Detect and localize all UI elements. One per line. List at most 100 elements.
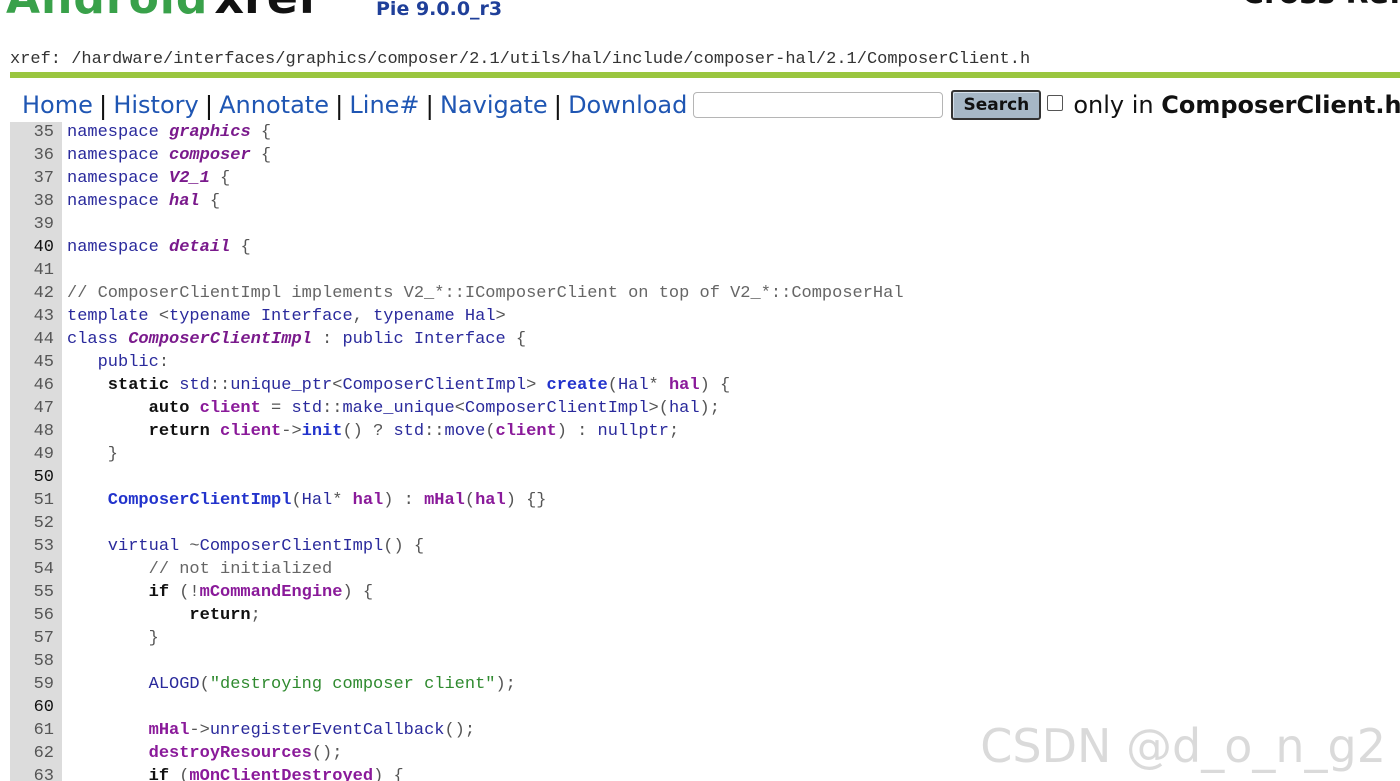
- code-text: namespace detail {: [67, 236, 251, 259]
- code-token: (!: [179, 583, 200, 602]
- code-token: {: [250, 123, 272, 142]
- code-line: 42 // ComposerClientImpl implements V2_*:…: [10, 282, 1400, 305]
- line-number-anchor[interactable]: 47: [10, 397, 54, 420]
- code-line: 49 }: [10, 443, 1400, 466]
- line-number-anchor[interactable]: 48: [10, 420, 54, 443]
- code-token: :: [158, 353, 170, 372]
- code-text: }: [67, 443, 118, 466]
- line-number-anchor[interactable]: 58: [10, 650, 54, 673]
- cross-ref-title: Cross Ref: [1242, 0, 1400, 11]
- line-number-anchor[interactable]: 42: [10, 282, 54, 305]
- nav-history-link[interactable]: History: [113, 91, 198, 119]
- code-token[interactable]: mHal: [67, 721, 190, 740]
- code-token[interactable]: detail: [169, 238, 230, 257]
- code-token[interactable]: client: [496, 422, 557, 441]
- version-label: Pie 9.0.0_r3: [376, 0, 503, 20]
- line-number-anchor[interactable]: 50: [10, 466, 54, 489]
- code-token: ~: [189, 537, 200, 556]
- line-number-anchor[interactable]: 38: [10, 190, 54, 213]
- code-token: (: [607, 376, 618, 395]
- code-token: :: [311, 330, 343, 349]
- line-number-anchor[interactable]: 54: [10, 558, 54, 581]
- code-token: unregisterEventCallback: [209, 721, 445, 740]
- code-token[interactable]: create: [547, 376, 608, 395]
- line-number-anchor[interactable]: 63: [10, 765, 54, 781]
- code-token: Hal: [617, 376, 649, 395]
- code-token[interactable]: ComposerClientImpl: [128, 330, 312, 349]
- file-path: xref: /hardware/interfaces/graphics/comp…: [10, 50, 1031, 69]
- line-number-anchor[interactable]: 43: [10, 305, 54, 328]
- nav-separator: |: [204, 90, 214, 120]
- code-token[interactable]: init: [302, 422, 343, 441]
- line-number-anchor[interactable]: 40: [10, 236, 54, 259]
- line-number-anchor[interactable]: 56: [10, 604, 54, 627]
- code-token[interactable]: ComposerClientImpl: [67, 491, 292, 510]
- code-token[interactable]: client: [200, 399, 261, 418]
- line-number-anchor[interactable]: 37: [10, 167, 54, 190]
- code-token[interactable]: composer: [169, 146, 251, 165]
- nav-download-link[interactable]: Download: [568, 91, 687, 119]
- code-token[interactable]: hal: [475, 491, 506, 510]
- code-text: ComposerClientImpl(Hal* hal) : mHal(hal)…: [67, 489, 547, 512]
- code-text: destroyResources();: [67, 742, 343, 765]
- nav-separator: |: [553, 90, 563, 120]
- line-number-anchor[interactable]: 46: [10, 374, 54, 397]
- nav-home-link[interactable]: Home: [22, 91, 93, 119]
- code-token: (: [199, 675, 210, 694]
- opengrok-logo[interactable]: Androidxref Pie 9.0.0_r3: [6, 0, 502, 24]
- code-token: ComposerClientImpl: [199, 537, 384, 556]
- code-line: 61 mHal->unregisterEventCallback();: [10, 719, 1400, 742]
- code-text: public:: [67, 351, 169, 374]
- code-token: Interface: [413, 330, 506, 349]
- line-number-anchor[interactable]: 57: [10, 627, 54, 650]
- code-line: 40 namespace detail {: [10, 236, 1400, 259]
- line-number-anchor[interactable]: 59: [10, 673, 54, 696]
- code-token: if: [67, 583, 180, 602]
- line-number-anchor[interactable]: 49: [10, 443, 54, 466]
- file-nav-bar: Home | History | Annotate | Line# | Navi…: [22, 88, 1400, 122]
- line-number-anchor[interactable]: 52: [10, 512, 54, 535]
- code-token: (: [291, 491, 302, 510]
- line-number-anchor[interactable]: 55: [10, 581, 54, 604]
- code-token: );: [699, 399, 720, 418]
- code-token: ) {}: [505, 491, 547, 510]
- code-token[interactable]: hal: [353, 491, 384, 510]
- code-token: ::: [322, 399, 343, 418]
- code-line: 48 return client->init() ? std::move(cli…: [10, 420, 1400, 443]
- code-token: return: [67, 606, 251, 625]
- code-token: Interface: [260, 307, 353, 326]
- nav-navigate-link[interactable]: Navigate: [440, 91, 548, 119]
- code-token[interactable]: mCommandEngine: [200, 583, 343, 602]
- code-token[interactable]: hal: [169, 192, 200, 211]
- line-number-anchor[interactable]: 51: [10, 489, 54, 512]
- code-token: namespace: [67, 123, 170, 142]
- code-token: typename: [373, 307, 465, 326]
- code-token[interactable]: mOnClientDestroyed: [189, 767, 373, 781]
- line-number-anchor[interactable]: 60: [10, 696, 54, 719]
- code-token[interactable]: mHal: [424, 491, 465, 510]
- search-button[interactable]: Search: [951, 90, 1042, 120]
- line-number-anchor[interactable]: 41: [10, 259, 54, 282]
- line-number-anchor[interactable]: 44: [10, 328, 54, 351]
- line-number-anchor[interactable]: 35: [10, 122, 54, 144]
- code-token: ;: [250, 606, 261, 625]
- line-number-anchor[interactable]: 61: [10, 719, 54, 742]
- code-text: class ComposerClientImpl : public Interf…: [67, 328, 526, 351]
- line-number-anchor[interactable]: 53: [10, 535, 54, 558]
- line-number-anchor[interactable]: 62: [10, 742, 54, 765]
- code-token: {: [250, 146, 272, 165]
- only-in-file-checkbox[interactable]: [1047, 95, 1064, 111]
- code-token[interactable]: client: [220, 422, 281, 441]
- code-token[interactable]: destroyResources: [67, 744, 312, 763]
- code-token[interactable]: graphics: [169, 123, 251, 142]
- nav-line-numbers-link[interactable]: Line#: [349, 91, 419, 119]
- line-number-anchor[interactable]: 39: [10, 213, 54, 236]
- search-input[interactable]: [693, 92, 944, 118]
- code-token: );: [495, 675, 516, 694]
- nav-annotate-link[interactable]: Annotate: [219, 91, 329, 119]
- line-number-anchor[interactable]: 45: [10, 351, 54, 374]
- code-line: 56 return;: [10, 604, 1400, 627]
- code-token[interactable]: V2_1: [169, 169, 210, 188]
- line-number-anchor[interactable]: 36: [10, 144, 54, 167]
- code-token[interactable]: hal: [669, 376, 700, 395]
